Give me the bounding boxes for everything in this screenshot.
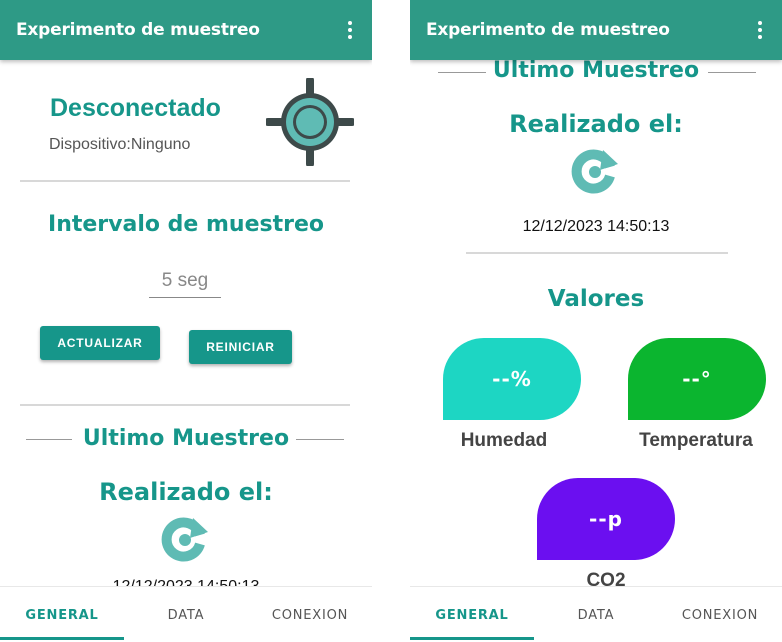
screen-general-left: Experimento de muestreo Desconectado Dis… [0, 0, 372, 642]
tab-conexion[interactable]: CONEXION [658, 587, 782, 642]
divider [20, 404, 350, 406]
done-label: Realizado el: [509, 110, 683, 138]
tab-indicator [410, 637, 534, 640]
co2-value: --p [537, 478, 675, 560]
humidity-value: --% [443, 338, 581, 420]
divider [466, 252, 728, 254]
device-row: Dispositivo:Ninguno [49, 136, 190, 154]
scroll-content[interactable]: Desconectado Dispositivo:Ninguno Interva… [0, 60, 372, 586]
device-value: Ninguno [130, 136, 191, 153]
more-vert-icon[interactable] [338, 18, 362, 42]
scroll-content[interactable]: Ultimo Muestreo Realizado el: 12/12/2023… [410, 60, 782, 586]
co2-label: CO2 [586, 570, 626, 586]
values-title: Valores [547, 286, 645, 312]
device-label: Dispositivo: [49, 136, 131, 153]
tab-data[interactable]: DATA [534, 587, 658, 642]
update-button[interactable]: ACTUALIZAR [40, 326, 160, 360]
bottom-nav: GENERAL DATA CONEXION [0, 586, 372, 642]
interval-input[interactable]: 5 seg [149, 264, 221, 298]
reset-button[interactable]: REINICIAR [189, 330, 292, 364]
tab-conexion[interactable]: CONEXION [248, 587, 372, 642]
temperature-label: Temperatura [639, 430, 753, 451]
refresh-icon[interactable] [160, 514, 210, 564]
connection-status: Desconectado [50, 94, 221, 122]
last-sample-timestamp: 12/12/2023 14:50:13 [522, 218, 670, 235]
bottom-nav: GENERAL DATA CONEXION [410, 586, 782, 642]
tab-data[interactable]: DATA [124, 587, 248, 642]
app-bar: Experimento de muestreo [410, 0, 782, 60]
tab-general[interactable]: GENERAL [0, 587, 124, 642]
interval-title: Intervalo de muestreo [48, 212, 324, 237]
humidity-label: Humedad [460, 430, 548, 451]
title-rule-right [296, 439, 344, 440]
target-icon[interactable] [266, 78, 354, 166]
divider [20, 180, 350, 182]
more-vert-icon[interactable] [748, 18, 772, 42]
done-label: Realizado el: [99, 478, 273, 506]
screen-general-right: Experimento de muestreo Ultimo Muestreo … [410, 0, 782, 642]
last-sample-timestamp: 12/12/2023 14:50:13 [0, 578, 372, 586]
tab-indicator [0, 637, 124, 640]
temperature-value: --° [628, 338, 766, 420]
tab-general[interactable]: GENERAL [410, 587, 534, 642]
app-title: Experimento de muestreo [16, 20, 260, 40]
refresh-icon[interactable] [570, 146, 620, 196]
app-bar: Experimento de muestreo [0, 0, 372, 60]
app-title: Experimento de muestreo [426, 20, 670, 40]
title-rule-right [708, 72, 756, 73]
